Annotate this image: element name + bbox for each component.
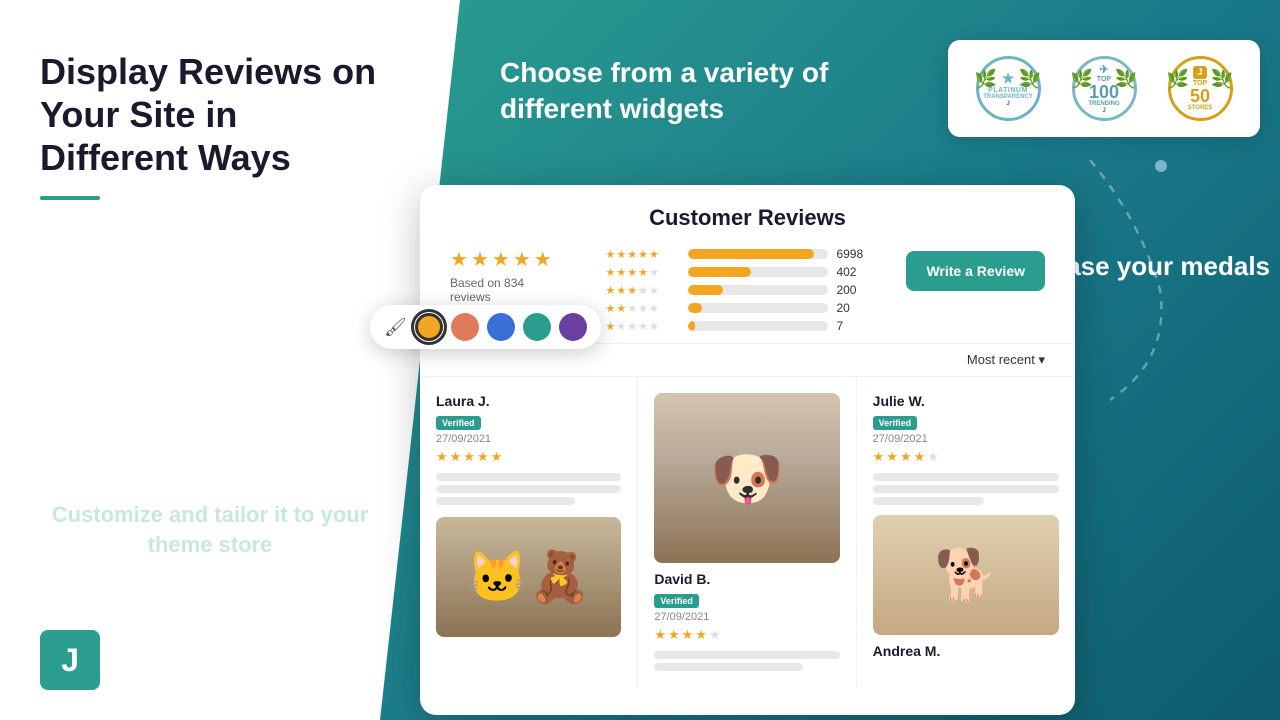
review-lines-david bbox=[654, 651, 839, 671]
review-date-laura: 27/09/2021 bbox=[436, 433, 621, 445]
based-on-text: Based on 834 reviews bbox=[450, 276, 565, 304]
review-col-1: Laura J. Verified 27/09/2021 ★★★★★ 🐱🧸 bbox=[420, 377, 638, 687]
deco-dot-2 bbox=[1155, 160, 1167, 172]
review-date-julie: 27/09/2021 bbox=[873, 433, 1059, 445]
verified-badge-julie: Verified bbox=[873, 416, 918, 430]
review-col-2: 🐶 David B. Verified 27/09/2021 ★★★★★ bbox=[638, 377, 856, 687]
reviewer-name-andrea: Andrea M. bbox=[873, 643, 1059, 659]
color-swatch-blue[interactable] bbox=[487, 313, 515, 341]
review-date-david: 27/09/2021 bbox=[654, 611, 839, 623]
cat-bear-image: 🐱🧸 bbox=[436, 517, 621, 637]
review-stars-laura: ★★★★★ bbox=[436, 449, 621, 465]
sort-icon: ▾ bbox=[1038, 352, 1045, 367]
review-image-dog2: 🐕 bbox=[873, 515, 1059, 635]
count-4: 402 bbox=[836, 265, 866, 279]
dashed-path-right bbox=[1060, 160, 1260, 410]
review-stars-david: ★★★★★ bbox=[654, 627, 839, 643]
badge-top50: J TOP 50 STORES 🌿 🌿 bbox=[1160, 56, 1240, 121]
reviewer-name-david: David B. bbox=[654, 571, 839, 587]
badge-top100: ✈ TOP 100 TRENDING J 🌿 🌿 bbox=[1064, 56, 1144, 121]
write-review-button[interactable]: Write a Review bbox=[906, 251, 1045, 291]
rating-row-3: ★★★★★ 200 bbox=[605, 283, 866, 297]
brush-icon: 🖌 bbox=[384, 317, 407, 338]
dog2-image: 🐕 bbox=[873, 515, 1059, 635]
badges-container: ★ PLATINUM TRANSPARENCY J 🌿 🌿 ✈ TOP 100 … bbox=[948, 40, 1260, 137]
count-5: 6998 bbox=[836, 247, 866, 261]
dog-image: 🐶 bbox=[654, 393, 839, 563]
rating-row-2: ★★★★★ 20 bbox=[605, 301, 866, 315]
color-swatch-yellow[interactable] bbox=[415, 313, 443, 341]
review-col-3: Julie W. Verified 27/09/2021 ★★★★★ 🐕 And… bbox=[857, 377, 1075, 687]
overall-rating: ★ ★ ★ ★ ★ Based on 834 reviews bbox=[450, 247, 565, 304]
customize-text: Customize and tailor it to your theme st… bbox=[40, 500, 380, 562]
reviewer-name-laura: Laura J. bbox=[436, 393, 621, 409]
badge-platinum: ★ PLATINUM TRANSPARENCY J 🌿 🌿 bbox=[968, 56, 1048, 121]
review-image-cat: 🐱🧸 bbox=[436, 517, 621, 637]
card-title: Customer Reviews bbox=[450, 205, 1045, 231]
rating-row-5: ★★★★★ 6998 bbox=[605, 247, 866, 261]
review-lines-laura bbox=[436, 473, 621, 505]
choose-title: Choose from a variety ofdifferent widget… bbox=[500, 55, 828, 128]
rating-bars: ★★★★★ 6998 ★★★★★ 402 ★★★★★ bbox=[605, 247, 866, 333]
color-swatch-orange[interactable] bbox=[451, 313, 479, 341]
verified-badge-david: Verified bbox=[654, 594, 699, 608]
review-lines-julie bbox=[873, 473, 1059, 505]
review-stars-julie: ★★★★★ bbox=[873, 449, 1059, 465]
widget-card: Customer Reviews ★ ★ ★ ★ ★ Based on 834 … bbox=[420, 185, 1075, 715]
count-1: 7 bbox=[836, 319, 866, 333]
count-2: 20 bbox=[836, 301, 866, 315]
sort-label: Most recent bbox=[967, 352, 1035, 367]
color-swatch-teal[interactable] bbox=[523, 313, 551, 341]
choose-text-block: Choose from a variety ofdifferent widget… bbox=[500, 55, 828, 128]
rating-row-1: ★★★★★ 7 bbox=[605, 319, 866, 333]
rating-row-4: ★★★★★ 402 bbox=[605, 265, 866, 279]
overall-stars: ★ ★ ★ ★ ★ bbox=[450, 247, 552, 272]
j-logo-icon: J bbox=[40, 630, 100, 690]
color-swatch-purple[interactable] bbox=[559, 313, 587, 341]
count-3: 200 bbox=[836, 283, 866, 297]
reviews-grid: Laura J. Verified 27/09/2021 ★★★★★ 🐱🧸 🐶 … bbox=[420, 377, 1075, 687]
title-underline bbox=[40, 196, 100, 200]
verified-badge-laura: Verified bbox=[436, 416, 481, 430]
color-picker[interactable]: 🖌 bbox=[370, 305, 601, 349]
reviewer-name-julie: Julie W. bbox=[873, 393, 1059, 409]
